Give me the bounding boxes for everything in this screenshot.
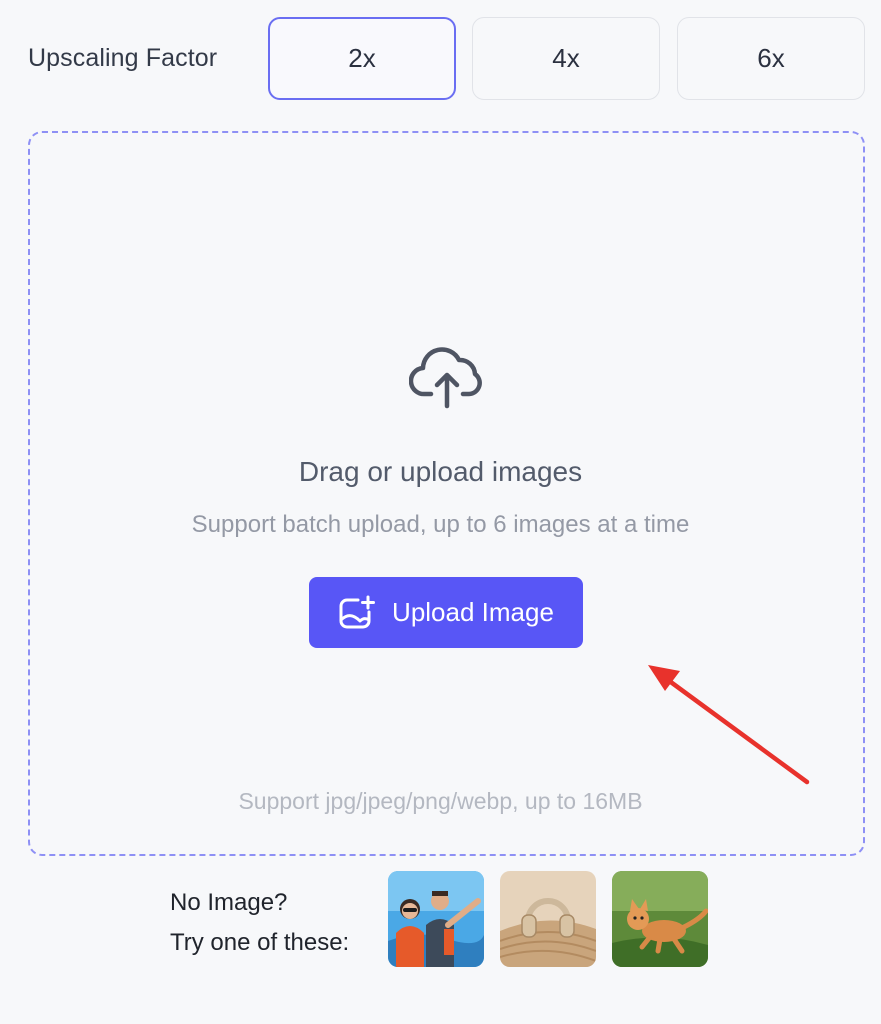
factor-2x-button[interactable]: 2x [268,17,456,100]
sample-thumbnail-headphones[interactable] [500,871,596,967]
factor-4x-button[interactable]: 4x [472,17,660,100]
annotation-arrow-icon [648,665,810,785]
sample-headphones-icon [500,871,596,967]
cloud-upload-icon [409,347,482,409]
sample-thumbnail-kitten[interactable] [612,871,708,967]
sample-thumbnail-people[interactable] [388,871,484,967]
image-add-icon [339,595,376,628]
sample-prompt: No Image? Try one of these: [170,883,349,963]
factor-6x-button[interactable]: 6x [677,17,865,100]
batch-upload-note: Support batch upload, up to 6 images at … [191,511,690,538]
sample-people-icon [388,871,484,967]
supported-formats-note: Support jpg/jpeg/png/webp, up to 16MB [238,788,643,814]
upload-button-label: Upload Image [392,597,554,627]
try-samples-text: Try one of these: [170,929,350,956]
dropzone-title: Drag or upload images [298,456,583,487]
upload-image-button[interactable]: Upload Image [309,577,583,648]
sample-kitten-icon [612,871,708,967]
no-image-text: No Image? [170,889,288,916]
upscaling-factor-label: Upscaling Factor [28,44,218,72]
